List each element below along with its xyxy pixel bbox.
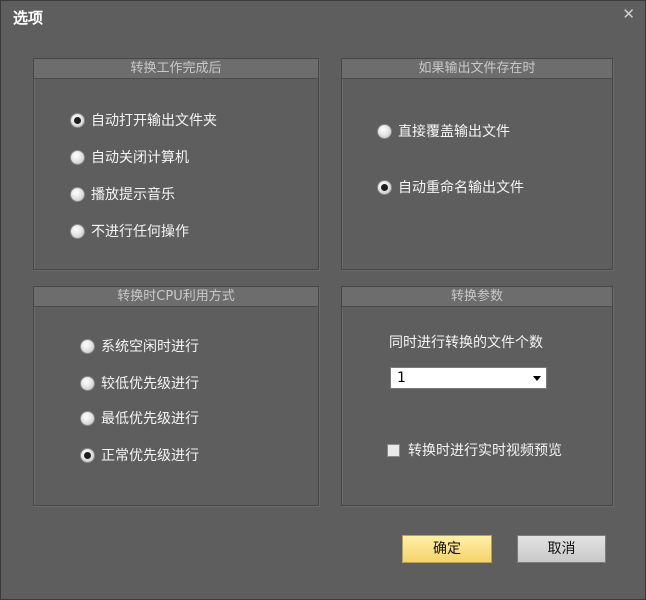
concurrent-files-label: 同时进行转换的文件个数 (389, 335, 543, 351)
after-finish-header: 转换工作完成后 (34, 59, 318, 79)
radio-label: 播放提示音乐 (91, 187, 175, 203)
radio-label: 系统空闲时进行 (101, 339, 199, 355)
title-bar: 选项 ✕ (1, 1, 645, 35)
radio-button-icon (80, 447, 95, 463)
radio-button-icon (377, 179, 392, 195)
chevron-down-icon (533, 376, 541, 381)
radio-play-sound[interactable]: 播放提示音乐 (70, 184, 175, 204)
concurrent-files-select[interactable]: 1 (390, 367, 547, 389)
checkbox-icon (387, 443, 400, 457)
realtime-preview-checkbox[interactable]: 转换时进行实时视频预览 (387, 440, 562, 460)
radio-button-icon (80, 338, 95, 354)
radio-low-priority[interactable]: 较低优先级进行 (80, 373, 199, 393)
radio-button-icon (80, 375, 95, 391)
radio-button-icon (70, 149, 85, 165)
radio-shutdown-computer[interactable]: 自动关闭计算机 (70, 147, 189, 167)
cancel-button[interactable]: 取消 (517, 535, 606, 563)
radio-label: 不进行任何操作 (91, 224, 189, 240)
radio-do-nothing[interactable]: 不进行任何操作 (70, 221, 189, 241)
radio-label: 自动打开输出文件夹 (91, 113, 217, 129)
radio-open-output-folder[interactable]: 自动打开输出文件夹 (70, 110, 217, 130)
select-value: 1 (397, 370, 406, 386)
cpu-mode-header: 转换时CPU利用方式 (34, 287, 318, 307)
radio-label: 正常优先级进行 (101, 448, 199, 464)
radio-button-icon (70, 186, 85, 202)
radio-label: 较低优先级进行 (101, 376, 199, 392)
params-group: 转换参数 (341, 286, 613, 506)
options-dialog: 选项 ✕ 转换工作完成后 自动打开输出文件夹 自动关闭计算机 播放提示音乐 不进… (0, 0, 646, 600)
radio-lowest-priority[interactable]: 最低优先级进行 (80, 408, 199, 428)
radio-button-icon (70, 112, 85, 128)
radio-button-icon (80, 410, 95, 426)
radio-overwrite-output[interactable]: 直接覆盖输出文件 (377, 121, 510, 141)
params-header: 转换参数 (342, 287, 612, 307)
radio-label: 直接覆盖输出文件 (398, 124, 510, 140)
radio-label: 自动关闭计算机 (91, 150, 189, 166)
radio-auto-rename-output[interactable]: 自动重命名输出文件 (377, 177, 524, 197)
radio-button-icon (70, 223, 85, 239)
radio-idle-mode[interactable]: 系统空闲时进行 (80, 336, 199, 356)
ok-button[interactable]: 确定 (402, 535, 492, 563)
dialog-title: 选项 (13, 9, 44, 27)
output-exists-header: 如果输出文件存在时 (342, 59, 612, 79)
output-exists-group: 如果输出文件存在时 (341, 58, 613, 270)
checkbox-label: 转换时进行实时视频预览 (408, 443, 562, 459)
close-icon[interactable]: ✕ (622, 5, 635, 23)
radio-label: 自动重命名输出文件 (398, 180, 524, 196)
radio-label: 最低优先级进行 (101, 411, 199, 427)
radio-normal-priority[interactable]: 正常优先级进行 (80, 445, 199, 465)
cpu-mode-group: 转换时CPU利用方式 (33, 286, 319, 506)
radio-button-icon (377, 123, 392, 139)
